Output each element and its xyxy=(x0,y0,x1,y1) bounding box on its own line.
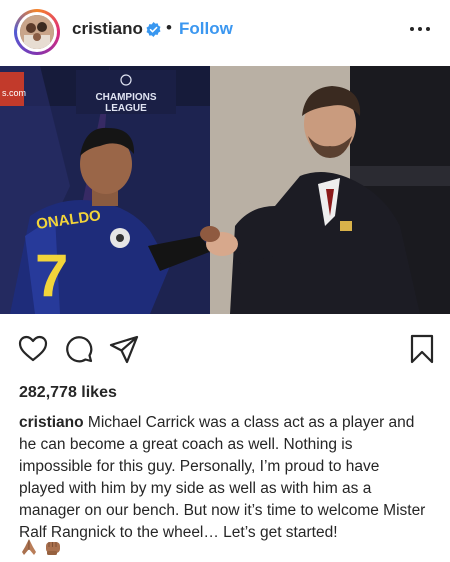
share-icon[interactable] xyxy=(109,334,139,364)
league-text-2: LEAGUE xyxy=(105,103,147,114)
follow-button[interactable]: Follow xyxy=(179,19,233,39)
avatar-image xyxy=(20,15,54,49)
verified-badge-icon xyxy=(146,22,161,37)
sponsor-text: s.com xyxy=(2,88,26,98)
league-text-1: CHAMPIONS xyxy=(95,92,156,103)
photo-image: s.com CHAMPIONS LEAGUE ONALDO 7 xyxy=(0,66,450,314)
more-options-icon[interactable] xyxy=(408,20,432,38)
caption-text: Michael Carrick was a class act as a pla… xyxy=(19,414,426,541)
story-ring[interactable] xyxy=(14,9,60,55)
separator-dot: • xyxy=(166,18,172,37)
avatar[interactable] xyxy=(20,15,54,49)
caption: cristiano Michael Carrick was a class ac… xyxy=(19,412,429,544)
jersey-number-text: 7 xyxy=(35,242,68,309)
caption-emojis xyxy=(19,537,63,557)
likes-count[interactable]: 282,778 likes xyxy=(19,384,117,402)
post-photo[interactable]: s.com CHAMPIONS LEAGUE ONALDO 7 xyxy=(0,66,450,314)
comment-icon[interactable] xyxy=(64,334,94,364)
bookmark-icon[interactable] xyxy=(407,334,437,364)
action-bar xyxy=(0,334,450,366)
post-header: cristiano • Follow xyxy=(0,0,450,62)
folded-hands-emoji xyxy=(22,539,36,555)
fist-emoji xyxy=(46,542,60,555)
post-username[interactable]: cristiano xyxy=(72,19,143,39)
caption-username[interactable]: cristiano xyxy=(19,414,84,431)
heart-icon[interactable] xyxy=(18,334,48,364)
